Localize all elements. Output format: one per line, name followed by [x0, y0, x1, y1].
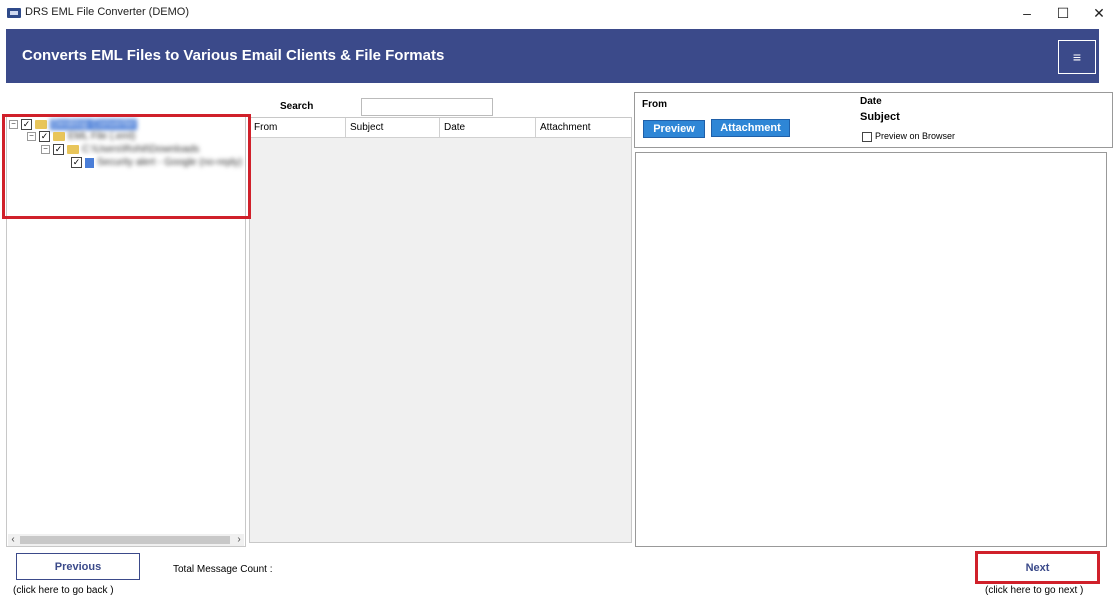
total-message-count: Total Message Count : [173, 564, 273, 575]
previous-button[interactable]: Previous [16, 553, 140, 580]
subject-label: Subject [860, 111, 900, 123]
from-label: From [642, 99, 667, 110]
minimize-button[interactable]: – [1008, 2, 1046, 24]
horizontal-scrollbar[interactable]: ‹ › [8, 534, 244, 546]
maximize-button[interactable]: ☐ [1044, 2, 1082, 24]
search-input[interactable] [361, 98, 493, 116]
column-header-attachment[interactable]: Attachment [536, 118, 631, 138]
next-button[interactable]: Next [975, 551, 1100, 584]
message-preview-pane[interactable] [635, 152, 1107, 547]
scroll-left-icon[interactable]: ‹ [8, 534, 18, 546]
previous-hint: (click here to go back ) [13, 585, 114, 596]
preview-header: From Date Subject Preview Attachment Pre… [634, 92, 1113, 148]
message-list-header: From Subject Date Attachment [250, 118, 631, 138]
app-icon [7, 8, 21, 18]
preview-on-browser-label: Preview on Browser [875, 131, 956, 141]
search-label: Search [280, 101, 314, 112]
attachment-button[interactable]: Attachment [711, 119, 790, 137]
title-bar: DRS EML File Converter (DEMO) – ☐ ✕ [0, 0, 1113, 26]
window-title: DRS EML File Converter (DEMO) [25, 6, 190, 18]
header-banner: Converts EML Files to Various Email Clie… [6, 29, 1099, 83]
next-hint: (click here to go next ) [985, 585, 1084, 596]
scroll-right-icon[interactable]: › [234, 534, 244, 546]
column-header-subject[interactable]: Subject [346, 118, 440, 138]
hamburger-menu-icon[interactable]: ≡ [1058, 40, 1096, 74]
message-list[interactable]: From Subject Date Attachment [249, 117, 632, 543]
column-header-from[interactable]: From [250, 118, 346, 138]
date-label: Date [860, 96, 882, 107]
close-button[interactable]: ✕ [1080, 2, 1113, 24]
column-header-date[interactable]: Date [440, 118, 536, 138]
preview-button[interactable]: Preview [643, 120, 705, 138]
banner-title: Converts EML Files to Various Email Clie… [22, 47, 445, 64]
scrollbar-thumb[interactable] [20, 536, 230, 544]
annotation-highlight-box [2, 114, 251, 219]
preview-on-browser-checkbox[interactable] [862, 132, 872, 142]
